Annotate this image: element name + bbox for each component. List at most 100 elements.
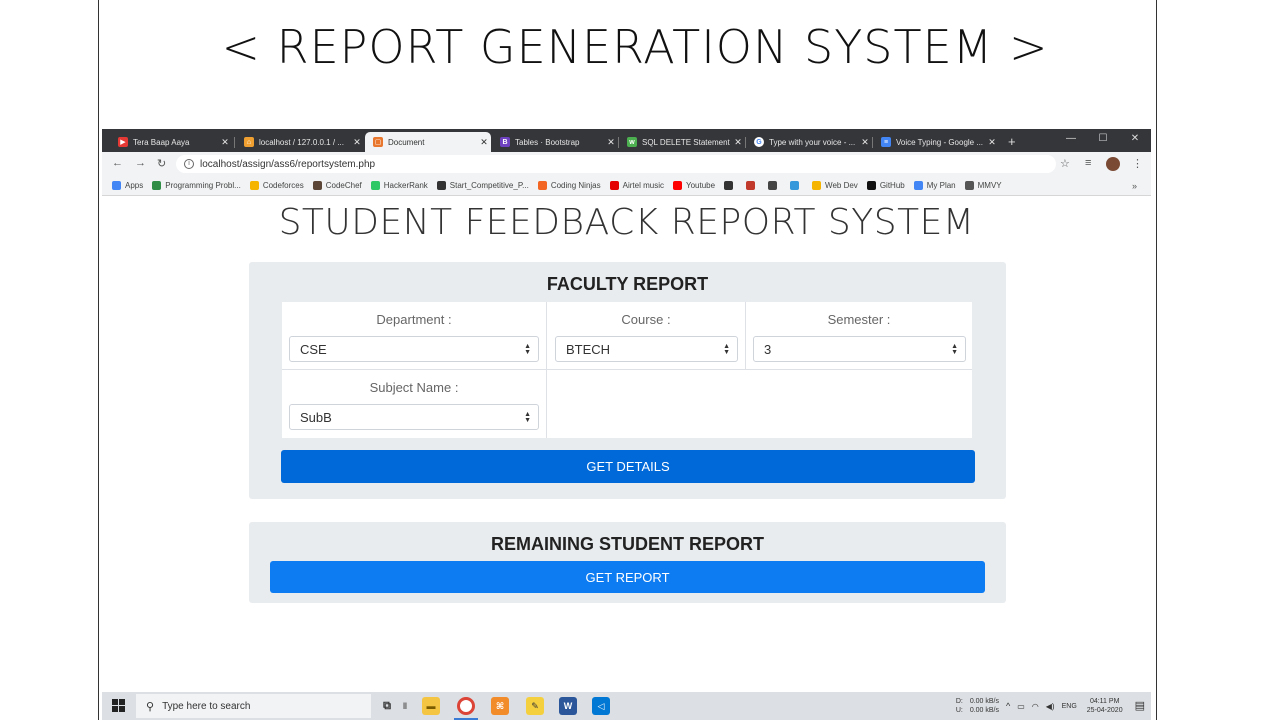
tab-label: Tera Baap Aaya	[133, 137, 190, 147]
tab-2-active[interactable]: ▢ Document ✕	[365, 132, 491, 152]
bookmark-label: MMVY	[977, 181, 1002, 190]
back-arrow-icon[interactable]: ←	[112, 157, 123, 169]
faculty-report-title: FACULTY REPORT	[546, 274, 709, 294]
codechef-icon	[312, 181, 322, 190]
tab-3[interactable]: B Tables · Bootstrap ✕	[492, 132, 618, 152]
course-select[interactable]: BTECH ▲ ▼	[555, 336, 738, 362]
bookmark-item[interactable]: Codeforces	[249, 181, 304, 190]
bookmark-label: CodeChef	[325, 181, 362, 190]
clock[interactable]: 04:11 PM 25-04-2020	[1087, 697, 1123, 715]
department-value: CSE	[300, 341, 327, 357]
semester-label: Semester :	[827, 312, 891, 327]
avatar[interactable]	[1106, 157, 1120, 171]
close-icon[interactable]: ✕	[477, 137, 491, 148]
subject-cell: Subject Name : SubB ▲ ▼	[282, 370, 547, 438]
bookmark-item[interactable]: HackerRank	[370, 181, 428, 190]
beta-bookmark-icon	[790, 181, 800, 190]
subject-select[interactable]: SubB ▲ ▼	[289, 404, 539, 430]
semester-select[interactable]: 3 ▲ ▼	[753, 336, 966, 362]
windows-start-icon[interactable]	[112, 699, 126, 713]
bookmark-item[interactable]: Programming Probl...	[152, 181, 241, 190]
star-icon[interactable]: ☆	[1060, 157, 1070, 170]
close-icon[interactable]: ✕	[731, 137, 745, 148]
bookmark-item[interactable]: Web Dev	[812, 181, 858, 190]
new-tab-icon[interactable]: +	[1008, 134, 1016, 149]
language-indicator[interactable]: ENG	[1062, 702, 1077, 711]
windows-taskbar: ⚲ Type here to search ⧉ ‖ ▬ ⌘ ✎ W ◁ D: U…	[102, 692, 1151, 720]
vscode-icon[interactable]: ◁	[592, 697, 610, 715]
file-explorer-icon[interactable]: ▬	[422, 697, 440, 715]
bookmark-item[interactable]: Start_Competitive_P...	[436, 181, 529, 190]
get-details-button[interactable]: GET DETAILS	[281, 450, 975, 483]
web-page: STUDENT FEEDBACK REPORT SYSTEM FACULTY R…	[102, 197, 1151, 692]
bookmark-label: HackerRank	[383, 181, 428, 190]
reading-list-icon[interactable]: ≡	[1085, 157, 1091, 169]
info-icon[interactable]: i	[184, 159, 194, 169]
bookmark-item[interactable]: My Plan	[913, 181, 956, 190]
taskbar-search-input[interactable]: ⚲ Type here to search	[136, 694, 371, 718]
maximize-icon[interactable]: ☐	[1088, 133, 1118, 144]
google-docs-icon: ≡	[881, 137, 891, 147]
chevron-up-icon[interactable]: ^	[1006, 701, 1010, 711]
minimize-icon[interactable]: —	[1056, 133, 1086, 144]
net-d-label: D:	[955, 698, 963, 705]
window-close-icon[interactable]: ✕	[1120, 133, 1150, 144]
browser-toolbar: ← → ↻ i localhost/assign/ass6/reportsyst…	[102, 152, 1151, 176]
department-select[interactable]: CSE ▲ ▼	[289, 336, 539, 362]
bookmark-item[interactable]: Coding Ninjas	[537, 181, 601, 190]
c-bookmark-icon	[746, 181, 756, 190]
chrome-icon[interactable]	[457, 697, 475, 715]
course-cell: Course : BTECH ▲ ▼	[547, 302, 746, 370]
notepad-plus-icon[interactable]: ✎	[526, 697, 544, 715]
bookmarks-more-icon[interactable]: »	[1132, 181, 1137, 191]
volume-icon[interactable]: ◀)	[1046, 702, 1055, 711]
bookmarks-bar: Apps Programming Probl... Codeforces CodeCh…	[102, 176, 1151, 196]
remaining-student-report-card: REMAINING STUDENT REPORT GET REPORT	[249, 522, 1006, 603]
html-file-icon: ▢	[373, 137, 383, 147]
bookmark-item[interactable]	[746, 181, 759, 190]
select-arrows-icon: ▲ ▼	[524, 343, 531, 356]
tab-4[interactable]: w SQL DELETE Statement ✕	[619, 132, 745, 152]
tab-label: SQL DELETE Statement	[642, 137, 730, 147]
bookmark-item[interactable]: GitHub	[866, 181, 905, 190]
clock-time: 04:11 PM	[1089, 698, 1120, 705]
department-label: Department :	[376, 312, 452, 327]
page-title: STUDENT FEEDBACK REPORT SYSTEM	[278, 202, 975, 243]
bookmark-item[interactable]: CodeChef	[312, 181, 362, 190]
bookmark-item[interactable]	[724, 181, 737, 190]
bookmark-item[interactable]	[768, 181, 781, 190]
close-icon[interactable]: ✕	[350, 137, 364, 148]
menu-kebab-icon[interactable]: ⋮	[1132, 157, 1143, 170]
wifi-icon[interactable]: ◠	[1032, 702, 1039, 711]
search-placeholder: Type here to search	[162, 700, 251, 712]
bookmark-item[interactable]: MMVY	[964, 181, 1002, 190]
taskbar-divider-icon: ‖	[402, 701, 408, 711]
bookmark-label: GitHub	[879, 181, 905, 190]
tab-label: Voice Typing - Google ...	[896, 137, 984, 147]
reload-icon[interactable]: ↻	[157, 157, 166, 170]
clock-date: 25-04-2020	[1086, 707, 1123, 714]
close-icon[interactable]: ✕	[985, 137, 999, 148]
address-bar[interactable]: i localhost/assign/ass6/reportsystem.php	[176, 155, 1056, 173]
bookmark-item[interactable]: Youtube	[672, 181, 715, 190]
tab-0[interactable]: ▶ Tera Baap Aaya ✕	[110, 132, 232, 152]
bookmark-item[interactable]: Apps	[112, 181, 143, 190]
tab-5[interactable]: G Type with your voice - ... ✕	[746, 132, 872, 152]
close-icon[interactable]: ✕	[858, 137, 872, 148]
close-icon[interactable]: ✕	[604, 137, 618, 148]
notifications-icon[interactable]: ▤	[1135, 700, 1145, 711]
close-icon[interactable]: ✕	[218, 137, 232, 148]
tab-strip: ▶ Tera Baap Aaya ✕ ⌂ localhost / 127.0.0…	[102, 129, 1151, 152]
get-report-button[interactable]: GET REPORT	[270, 561, 985, 593]
net-labels: D: U:	[956, 697, 963, 715]
bookmark-label: Programming Probl...	[165, 181, 241, 190]
xampp-icon[interactable]: ⌘	[491, 697, 509, 715]
battery-icon[interactable]: ▭	[1017, 702, 1025, 711]
word-icon[interactable]: W	[559, 697, 577, 715]
bookmark-item[interactable]: Airtel music	[609, 181, 664, 190]
task-view-icon[interactable]: ⧉	[378, 697, 396, 715]
bookmark-item[interactable]	[790, 181, 803, 190]
tab-6[interactable]: ≡ Voice Typing - Google ... ✕	[873, 132, 999, 152]
forward-arrow-icon[interactable]: →	[135, 157, 146, 169]
tab-1[interactable]: ⌂ localhost / 127.0.0.1 / ... ✕	[236, 132, 364, 152]
